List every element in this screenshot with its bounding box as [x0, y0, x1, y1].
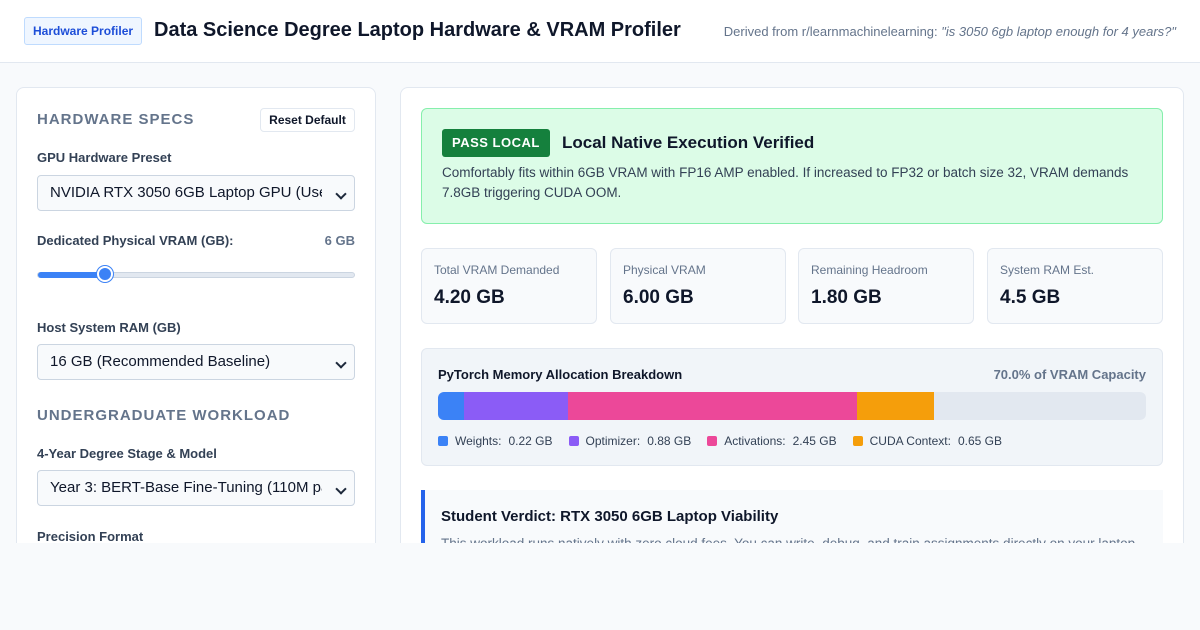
workload-section-title: Undergraduate Workload	[37, 407, 291, 424]
vram-slider-thumb[interactable]	[97, 266, 114, 282]
allocation-capacity: 70.0% of VRAM Capacity	[993, 367, 1146, 382]
vram-slider-fill	[38, 272, 107, 278]
source-prefix: Derived from r/learnmachinelearning:	[723, 24, 938, 39]
allocation-legend: Weights: 0.22 GB Optimizer: 0.88 GB Activati…	[438, 434, 1018, 448]
metric-value: 6.00 GB	[623, 287, 694, 308]
vram-slider-track[interactable]	[37, 272, 355, 278]
metric-label: System RAM Est.	[1000, 263, 1095, 277]
results-panel: PASS LOCAL Local Native Execution Verifi…	[400, 87, 1184, 543]
legend-value: 0.22 GB	[508, 434, 553, 448]
legend-item: Weights: 0.22 GB	[438, 434, 553, 448]
legend-swatch	[568, 436, 579, 446]
chevron-down-icon	[335, 483, 347, 495]
stage-value: Year 3: BERT-Base Fine-Tuning (110M para…	[50, 479, 322, 496]
metric-value: 1.80 GB	[811, 287, 882, 308]
legend-value: 0.65 GB	[957, 434, 1003, 448]
verdict-card: Student Verdict: RTX 3050 6GB Laptop Via…	[421, 490, 1163, 543]
metric-label: Physical VRAM	[623, 263, 706, 277]
legend-swatch	[438, 436, 448, 446]
metric-card-total-vram: Total VRAM Demanded 4.20 GB	[421, 248, 597, 324]
gpu-preset-value: NVIDIA RTX 3050 6GB Laptop GPU (User Con…	[50, 184, 322, 201]
status-description: Comfortably fits within 6GB VRAM with FP…	[442, 165, 1129, 200]
verdict-title: Student Verdict: RTX 3050 6GB Laptop Via…	[441, 508, 779, 525]
legend-label: Activations:	[724, 434, 786, 448]
metric-label: Remaining Headroom	[811, 263, 928, 277]
memory-allocation-panel: PyTorch Memory Allocation Breakdown 70.0…	[421, 348, 1163, 466]
app-badge: Hardware Profiler	[24, 17, 143, 45]
metric-value: 4.20 GB	[434, 287, 505, 308]
allocation-title: PyTorch Memory Allocation Breakdown	[438, 367, 683, 382]
legend-value: 0.88 GB	[647, 434, 692, 448]
allocation-segment	[438, 392, 464, 420]
precision-label: Precision Format	[37, 529, 144, 543]
reset-default-button[interactable]: Reset Default	[260, 108, 355, 132]
ram-value: 16 GB (Recommended Baseline)	[50, 353, 271, 370]
metric-card-system-ram: System RAM Est. 4.5 GB	[987, 248, 1163, 324]
ram-select[interactable]: 16 GB (Recommended Baseline)	[37, 344, 355, 380]
legend-item: Activations: 2.45 GB	[707, 434, 837, 448]
legend-item: CUDA Context: 0.65 GB	[852, 434, 1003, 448]
vram-label: Dedicated Physical VRAM (GB):	[37, 233, 234, 248]
ram-label: Host System RAM (GB)	[37, 320, 181, 335]
status-title: Local Native Execution Verified	[562, 133, 815, 152]
source-caption: Derived from r/learnmachinelearning: "is…	[724, 24, 1176, 39]
metric-label: Total VRAM Demanded	[434, 263, 560, 277]
config-panel: Hardware Specs Reset Default GPU Hardwar…	[16, 87, 376, 543]
page-title: Data Science Degree Laptop Hardware & VR…	[154, 19, 681, 41]
metric-card-headroom: Remaining Headroom 1.80 GB	[798, 248, 974, 324]
status-badge: PASS LOCAL	[442, 129, 550, 157]
allocation-segment	[856, 392, 934, 420]
metric-card-physical-vram: Physical VRAM 6.00 GB	[610, 248, 786, 324]
verdict-text: This workload runs natively with zero cl…	[441, 534, 1151, 543]
legend-label: CUDA Context:	[869, 434, 951, 448]
source-quote: "is 3050 6gb laptop enough for 4 years?"	[941, 24, 1176, 39]
gpu-preset-select[interactable]: NVIDIA RTX 3050 6GB Laptop GPU (User Con…	[37, 175, 355, 211]
legend-value: 2.45 GB	[792, 434, 837, 448]
metric-value: 4.5 GB	[1000, 287, 1061, 308]
legend-label: Optimizer:	[585, 434, 641, 448]
vram-value: 6 GB	[324, 233, 355, 248]
status-banner: PASS LOCAL Local Native Execution Verifi…	[421, 108, 1163, 224]
content-viewport: Hardware Specs Reset Default GPU Hardwar…	[0, 63, 1200, 543]
hardware-section-title: Hardware Specs	[37, 111, 195, 128]
legend-swatch	[707, 436, 718, 446]
legend-swatch	[852, 436, 863, 446]
allocation-segment	[567, 392, 857, 420]
allocation-bar	[438, 392, 1146, 420]
stage-select[interactable]: Year 3: BERT-Base Fine-Tuning (110M para…	[37, 470, 355, 506]
legend-label: Weights:	[455, 434, 502, 448]
legend-item: Optimizer: 0.88 GB	[568, 434, 692, 448]
chevron-down-icon	[335, 188, 347, 200]
stage-label: 4-Year Degree Stage & Model	[37, 446, 217, 461]
gpu-preset-label: GPU Hardware Preset	[37, 150, 172, 165]
top-bar: Hardware Profiler Data Science Degree La…	[0, 0, 1200, 63]
chevron-down-icon	[335, 357, 347, 369]
allocation-segment	[463, 392, 568, 420]
